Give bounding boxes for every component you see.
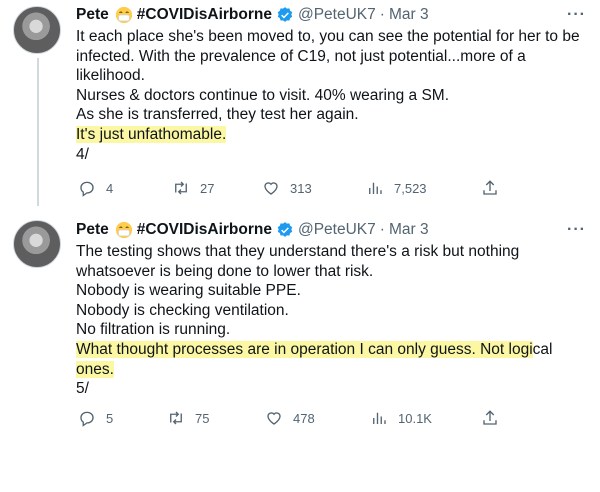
highlighted-text: What thought processes are in operation … (76, 340, 533, 358)
retweet-count: 75 (195, 410, 210, 426)
author-tag[interactable]: #COVIDisAirborne (137, 221, 272, 239)
thread-counter: 5/ (76, 380, 89, 398)
share-icon (483, 180, 497, 195)
highlighted-text: ones. (76, 360, 114, 378)
reply-button[interactable]: 4 (78, 179, 113, 197)
tweet-4[interactable]: Pete #COVIDisAirborne @PeteUK7 · Mar 3 ·… (0, 0, 600, 206)
reply-count: 4 (106, 180, 114, 196)
views-button[interactable]: 10.1K (370, 409, 432, 427)
more-options-icon[interactable]: ··· (567, 6, 586, 24)
retweet-count: 27 (200, 180, 215, 196)
like-count: 313 (290, 180, 312, 196)
retweet-icon (170, 411, 182, 425)
tweet-text: The testing shows that they understand t… (76, 242, 582, 399)
tweet-content: Pete #COVIDisAirborne @PeteUK7 · Mar 3 ·… (76, 4, 585, 164)
reply-button[interactable]: 5 (78, 409, 113, 427)
highlighted-text: It's just unfathomable. (76, 125, 227, 143)
author-tag[interactable]: #COVIDisAirborne (137, 6, 272, 24)
retweet-icon (175, 181, 187, 195)
tweet-text: It each place she's been moved to, you c… (76, 27, 582, 164)
like-icon (264, 182, 278, 195)
tweet-line: No filtration is running. (76, 321, 231, 339)
more-options-icon[interactable]: ··· (567, 221, 586, 239)
tweet-line: Nobody is checking ventilation. (76, 301, 289, 319)
author-handle[interactable]: @PeteUK7 (298, 221, 376, 239)
tweet-line: It each place she's been moved to, you c… (76, 28, 580, 45)
tweet-line: whatsoever is being done to lower that r… (76, 262, 374, 280)
tweet-content: Pete #COVIDisAirborne @PeteUK7 · Mar 3 ·… (76, 219, 585, 399)
author-name[interactable]: Pete (76, 6, 109, 24)
like-button[interactable]: 313 (262, 179, 312, 197)
tweet-date[interactable]: Mar 3 (389, 6, 429, 24)
tweet-header: Pete #COVIDisAirborne @PeteUK7 · Mar 3 ·… (76, 4, 585, 26)
views-icon (369, 182, 382, 194)
share-icon (483, 410, 497, 425)
like-button[interactable]: 478 (265, 409, 315, 427)
tweet-date[interactable]: Mar 3 (389, 221, 429, 239)
tweet-line: As she is transferred, they test her aga… (76, 106, 359, 124)
verified-icon (277, 7, 293, 22)
share-button[interactable] (481, 179, 499, 197)
thread-counter: 4/ (76, 145, 89, 163)
separator-dot: · (379, 221, 385, 238)
retweet-button[interactable]: 75 (167, 409, 209, 427)
like-icon (267, 412, 281, 425)
action-bar: 5 75 478 10.1K (0, 408, 600, 428)
author-name[interactable]: Pete (76, 221, 109, 239)
separator-dot: · (379, 6, 385, 23)
avatar[interactable] (13, 6, 61, 54)
views-icon (373, 412, 386, 424)
tweet-5[interactable]: Pete #COVIDisAirborne @PeteUK7 · Mar 3 ·… (0, 206, 600, 446)
share-button[interactable] (481, 409, 499, 427)
reply-count: 5 (106, 410, 114, 426)
tweet-line: Nobody is wearing suitable PPE. (76, 282, 301, 300)
tweet-line: likelihood. (76, 67, 145, 85)
views-button[interactable]: 7,523 (366, 179, 427, 197)
like-count: 478 (293, 410, 315, 426)
views-count: 7,523 (394, 180, 427, 196)
views-count: 10.1K (398, 410, 432, 426)
mask-emoji-icon (115, 221, 132, 239)
reply-icon (80, 411, 94, 427)
verified-icon (277, 222, 293, 237)
tweet-line: infected. With the prevalence of C19, no… (76, 47, 526, 65)
retweet-button[interactable]: 27 (172, 179, 214, 197)
mask-emoji-icon (115, 6, 132, 24)
avatar[interactable] (13, 220, 61, 268)
author-handle[interactable]: @PeteUK7 (298, 6, 376, 24)
reply-icon (80, 181, 94, 197)
tweet-line: The testing shows that they understand t… (76, 243, 520, 260)
tweet-line-tail: cal (532, 340, 553, 358)
action-bar: 4 27 313 7,523 (0, 178, 600, 198)
tweet-header: Pete #COVIDisAirborne @PeteUK7 · Mar 3 ·… (76, 219, 585, 241)
tweet-line: Nurses & doctors continue to visit. 40% … (76, 86, 450, 104)
